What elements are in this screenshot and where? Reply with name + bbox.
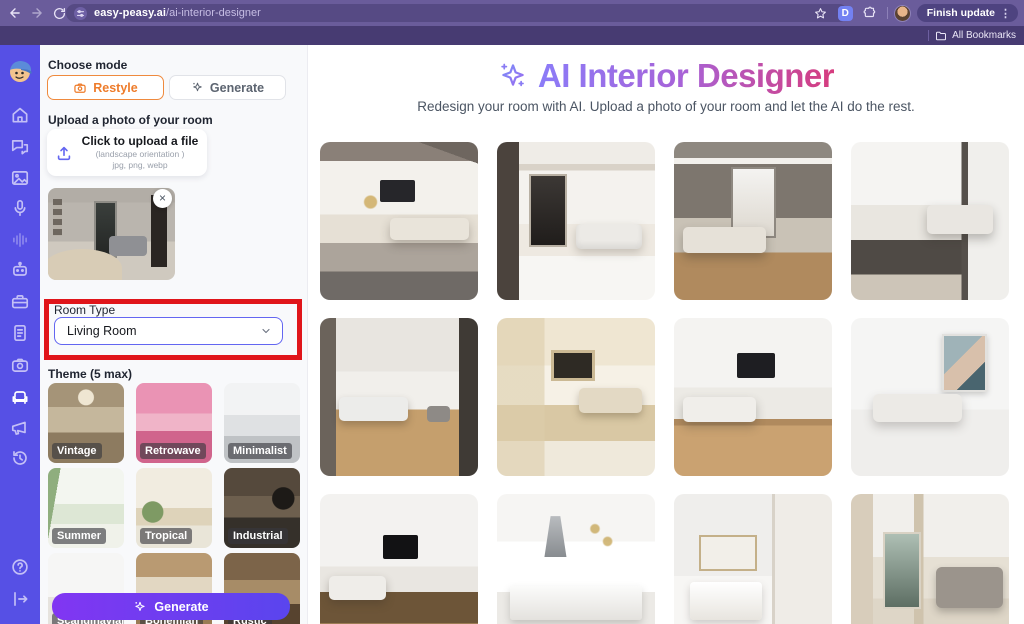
upload-hint-formats: jpg, png, webp <box>81 160 199 171</box>
toolbar-separator <box>887 7 888 19</box>
browser-menu-icon[interactable]: ⋮ <box>1000 7 1011 20</box>
folder-icon <box>935 30 947 42</box>
theme-card-summer[interactable]: Summer <box>48 468 124 548</box>
upload-icon <box>55 144 73 162</box>
theme-grid: Vintage Retrowave Minimalist Summer Trop… <box>48 383 300 624</box>
image-icon[interactable] <box>10 168 30 188</box>
hero-header: AI Interior Designer Redesign your room … <box>308 57 1024 114</box>
gallery-image <box>674 142 832 300</box>
browser-toolbar: easy-peasy.ai/ai-interior-designer D Fin… <box>0 0 1024 26</box>
choose-mode-label: Choose mode <box>48 58 127 72</box>
theme-section-label: Theme (5 max) <box>48 367 132 381</box>
example-gallery <box>320 142 1009 624</box>
gallery-image <box>497 494 655 624</box>
generate-button[interactable]: Generate <box>52 593 290 620</box>
address-bar[interactable]: easy-peasy.ai/ai-interior-designer <box>66 4 848 22</box>
microphone-icon[interactable] <box>10 198 30 218</box>
theme-card-minimalist[interactable]: Minimalist <box>224 383 300 463</box>
gallery-image <box>674 494 832 624</box>
upload-hint-orientation: (landscape orientation ) <box>81 149 199 160</box>
sparkle-icon <box>191 81 204 94</box>
sofa-icon[interactable] <box>10 387 30 407</box>
site-info-icon[interactable] <box>74 7 87 20</box>
document-icon[interactable] <box>10 323 30 343</box>
gallery-image <box>674 318 832 476</box>
mode-toggle: Restyle Generate <box>47 75 286 100</box>
gallery-image <box>851 318 1009 476</box>
all-bookmarks-button[interactable]: All Bookmarks <box>935 30 1016 42</box>
gallery-image <box>497 318 655 476</box>
main-content: AI Interior Designer Redesign your room … <box>308 45 1024 624</box>
bookmarks-separator <box>928 30 929 41</box>
forward-icon[interactable] <box>26 2 48 24</box>
gallery-image <box>851 494 1009 624</box>
logout-icon[interactable] <box>10 589 30 609</box>
bookmark-star-icon[interactable] <box>810 2 832 24</box>
sparkle-icon <box>133 600 147 614</box>
room-type-value: Living Room <box>67 324 136 338</box>
gallery-image <box>320 318 478 476</box>
gallery-image <box>320 494 478 624</box>
profile-avatar[interactable] <box>894 5 911 22</box>
app-sidebar <box>0 45 40 624</box>
url-host: easy-peasy.ai <box>94 7 166 19</box>
bookmarks-bar: All Bookmarks <box>0 26 1024 45</box>
room-type-select[interactable]: Living Room <box>54 317 283 345</box>
upload-dropzone[interactable]: Click to upload a file (landscape orient… <box>47 129 207 176</box>
remove-thumbnail-button[interactable]: × <box>153 189 172 208</box>
gallery-image <box>497 142 655 300</box>
gallery-image <box>320 142 478 300</box>
home-icon[interactable] <box>10 105 30 125</box>
toolbox-icon[interactable] <box>10 292 30 312</box>
chat-icon[interactable] <box>10 137 30 157</box>
theme-card-industrial[interactable]: Industrial <box>224 468 300 548</box>
robot-icon[interactable] <box>10 260 30 280</box>
upload-title: Click to upload a file <box>81 134 199 149</box>
theme-card-tropical[interactable]: Tropical <box>136 468 212 548</box>
help-icon[interactable] <box>10 557 30 577</box>
theme-card-retrowave[interactable]: Retrowave <box>136 383 212 463</box>
history-icon[interactable] <box>10 448 30 468</box>
waveform-icon[interactable] <box>10 230 30 250</box>
theme-card-vintage[interactable]: Vintage <box>48 383 124 463</box>
page-subtitle: Redesign your room with AI. Upload a pho… <box>308 99 1024 114</box>
extension-d-badge[interactable]: D <box>838 6 853 21</box>
camera-icon <box>73 81 87 95</box>
restyle-mode-button[interactable]: Restyle <box>47 75 164 100</box>
gallery-image <box>851 142 1009 300</box>
camera-icon[interactable] <box>10 355 30 375</box>
settings-panel: Choose mode Restyle Generate Upload a ph… <box>40 45 308 624</box>
megaphone-icon[interactable] <box>10 418 30 438</box>
back-icon[interactable] <box>4 2 26 24</box>
easy-peasy-logo[interactable] <box>7 57 34 84</box>
chevron-down-icon <box>260 325 272 337</box>
browser-window: easy-peasy.ai/ai-interior-designer D Fin… <box>0 0 1024 624</box>
room-type-label: Room Type <box>54 303 115 317</box>
generate-mode-button[interactable]: Generate <box>169 75 286 100</box>
finish-update-button[interactable]: Finish update ⋮ <box>917 4 1018 22</box>
finish-update-label: Finish update <box>927 7 995 19</box>
url-path: /ai-interior-designer <box>166 7 261 19</box>
upload-section-label: Upload a photo of your room <box>48 113 213 127</box>
sparkle-icon <box>498 61 528 91</box>
page-title: AI Interior Designer <box>538 57 834 95</box>
extensions-puzzle-icon[interactable] <box>859 2 881 24</box>
